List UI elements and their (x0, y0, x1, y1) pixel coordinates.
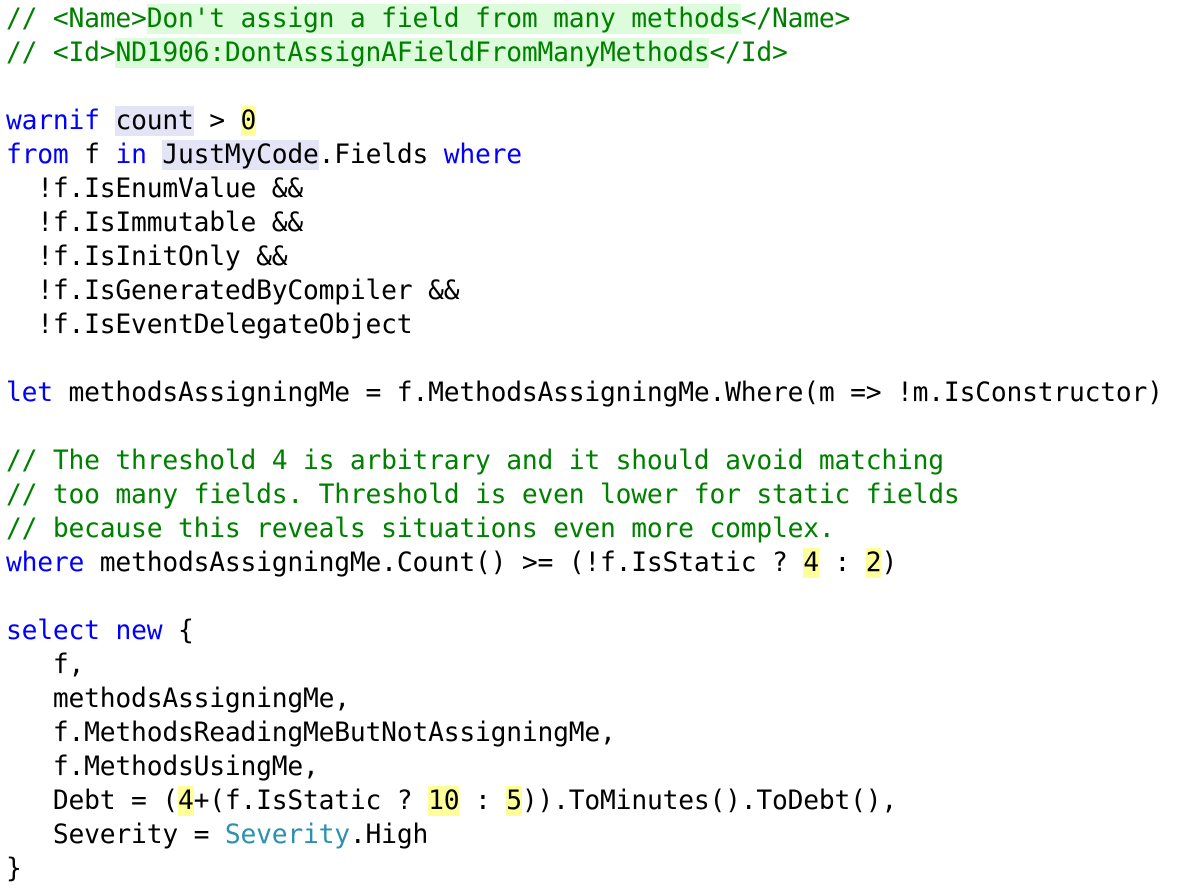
code-line: Severity = Severity.High (6, 818, 1163, 852)
code-line: !f.IsInitOnly && (6, 240, 1163, 274)
code-line: methodsAssigningMe, (6, 682, 1163, 716)
comment-token: ND1906:DontAssignAFieldFromManyMethods (115, 38, 710, 68)
comment-token: // <Name> (6, 4, 147, 34)
code-token: )).ToMinutes().ToDebt(), (521, 786, 898, 816)
code-line: let methodsAssigningMe = f.MethodsAssign… (6, 376, 1163, 410)
code-line: ​ (6, 342, 1163, 376)
code-line: // <Id>ND1906:DontAssignAFieldFromManyMe… (6, 36, 1163, 70)
code-line: // <Name>Don't assign a field from many … (6, 2, 1163, 36)
code-token: Debt = ( (6, 786, 178, 816)
code-line: // The threshold 4 is arbitrary and it s… (6, 444, 1163, 478)
code-token: !f.IsEnumValue && (6, 174, 304, 204)
code-line: ​ (6, 580, 1163, 614)
code-token: !f.IsEventDelegateObject (6, 310, 413, 340)
code-token: 4 (803, 548, 819, 578)
comment-token: Don't assign a field from many methods (146, 4, 741, 34)
keyword-token: warnif (6, 106, 100, 136)
code-line: Debt = (4+(f.IsStatic ? 10 : 5)).ToMinut… (6, 784, 1163, 818)
code-token: > (193, 106, 241, 136)
comment-token: // The threshold 4 is arbitrary and it s… (6, 446, 944, 476)
code-line: select new { (6, 614, 1163, 648)
code-token: } (6, 854, 22, 884)
comment-token: </Name> (740, 4, 851, 34)
code-line: warnif count > 0 (6, 104, 1163, 138)
code-token: methodsAssigningMe, (6, 684, 350, 714)
code-line: from f in JustMyCode.Fields where (6, 138, 1163, 172)
code-token: .Fields (318, 140, 444, 170)
keyword-token: from (6, 140, 69, 170)
code-line: !f.IsImmutable && (6, 206, 1163, 240)
code-token: 0 (240, 106, 257, 136)
code-token: !f.IsInitOnly && (6, 242, 288, 272)
code-line: // too many fields. Threshold is even lo… (6, 478, 1163, 512)
code-token: !f.IsGeneratedByCompiler && (6, 276, 460, 306)
code-token: f.MethodsReadingMeButNotAssigningMe, (6, 718, 616, 748)
code-line: f, (6, 648, 1163, 682)
code-token: 4 (177, 786, 194, 816)
code-token: f (68, 140, 116, 170)
code-token: : (818, 548, 866, 578)
comment-token: // too many fields. Threshold is even lo… (6, 480, 960, 510)
code-token: count (115, 106, 194, 136)
keyword-token: new (115, 616, 163, 646)
code-token: .High (349, 820, 429, 850)
code-line: f.MethodsReadingMeButNotAssigningMe, (6, 716, 1163, 750)
code-editor[interactable]: // <Name>Don't assign a field from many … (6, 2, 1163, 886)
code-line: ​ (6, 70, 1163, 104)
code-token: ) (881, 548, 898, 578)
code-token: { (162, 616, 194, 646)
code-line: ​ (6, 410, 1163, 444)
type-token: Severity (224, 820, 350, 850)
code-token: +(f.IsStatic ? (193, 786, 429, 816)
code-token: f.MethodsUsingMe, (6, 752, 319, 782)
code-token: methodsAssigningMe.Count() >= (!f.IsStat… (84, 548, 804, 578)
code-line: !f.IsGeneratedByCompiler && (6, 274, 1163, 308)
code-line: !f.IsEventDelegateObject (6, 308, 1163, 342)
keyword-token: let (6, 378, 53, 408)
keyword-token: where (443, 140, 522, 170)
comment-token: </Id> (709, 38, 788, 68)
code-token: f, (6, 650, 85, 680)
code-token: 2 (865, 548, 882, 578)
keyword-token: in (115, 140, 147, 170)
code-token: !f.IsImmutable && (6, 208, 304, 238)
comment-token: // <Id> (6, 38, 116, 68)
code-line: !f.IsEnumValue && (6, 172, 1163, 206)
comment-token: // because this reveals situations even … (6, 514, 835, 544)
code-line: f.MethodsUsingMe, (6, 750, 1163, 784)
code-token: : (459, 786, 507, 816)
keyword-token: where (6, 548, 85, 578)
code-token: 10 (428, 786, 460, 816)
code-line: where methodsAssigningMe.Count() >= (!f.… (6, 546, 1163, 580)
code-token: JustMyCode (162, 140, 319, 170)
code-token: methodsAssigningMe = f.MethodsAssigningM… (52, 378, 1163, 408)
code-line: // because this reveals situations even … (6, 512, 1163, 546)
code-token: Severity = (6, 820, 225, 850)
keyword-token: select (6, 616, 100, 646)
code-line: } (6, 852, 1163, 886)
code-token: 5 (506, 786, 522, 816)
